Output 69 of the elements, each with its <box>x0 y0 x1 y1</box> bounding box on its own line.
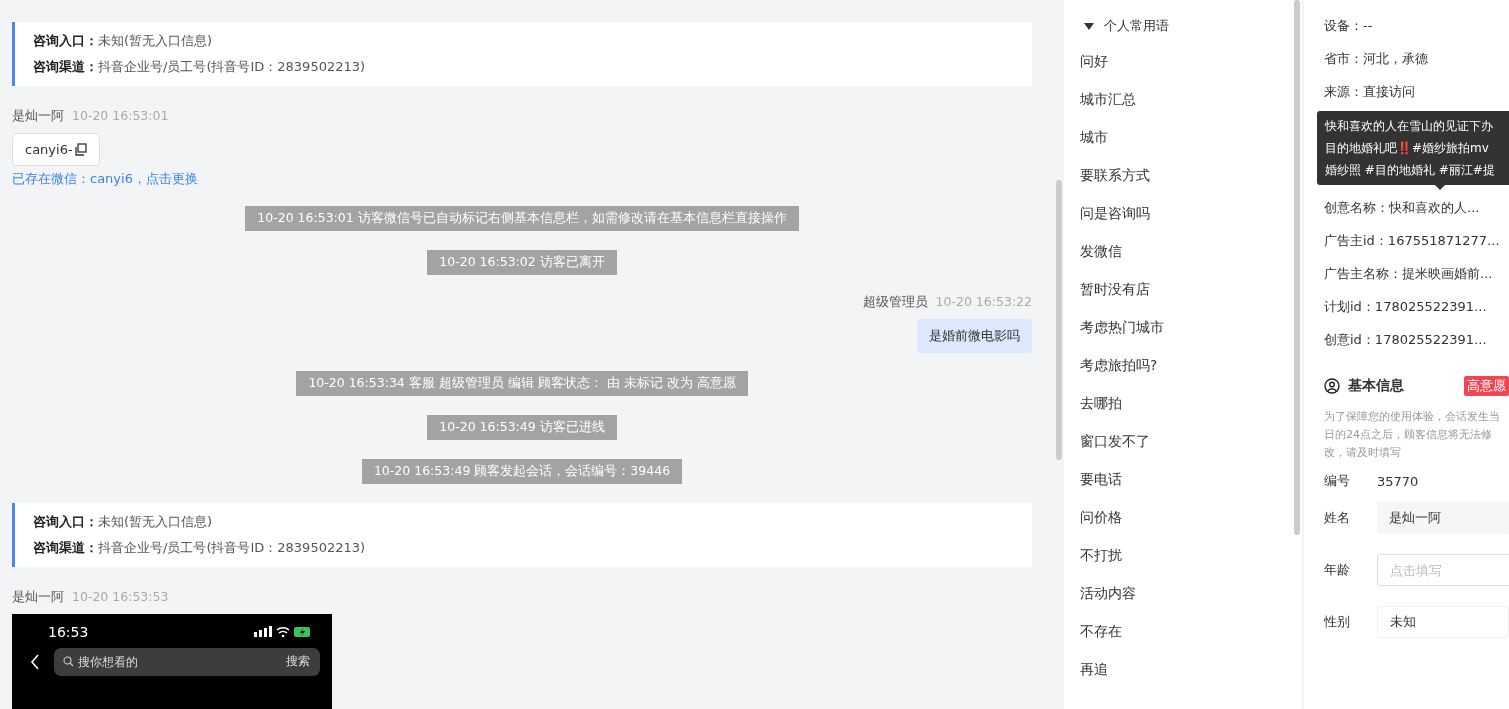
copy-icon[interactable] <box>73 143 87 156</box>
name-field[interactable]: 是灿一阿 <box>1377 502 1509 534</box>
phrase-group-title: 个人常用语 <box>1104 17 1169 35</box>
caret-icon <box>1084 22 1094 30</box>
search-icon <box>63 656 74 667</box>
user-icon <box>1324 378 1340 394</box>
tooltip-line: 快和喜欢的人在雪山的见证下办 <box>1325 118 1494 135</box>
phrase-item[interactable]: 城市 <box>1064 129 1302 167</box>
info-row-text: 设备：-- <box>1324 17 1374 35</box>
phrase-item[interactable]: 考虑旅拍吗? <box>1064 357 1302 395</box>
phrase-group-header[interactable]: 个人常用语 <box>1064 17 1302 35</box>
phrase-item[interactable]: 问是咨询吗 <box>1064 205 1302 243</box>
phrase-item[interactable]: 窗口发不了 <box>1064 433 1302 471</box>
search-label: 搜索 <box>286 654 310 669</box>
phrase-item[interactable]: 活动内容 <box>1064 585 1302 623</box>
phrase-item[interactable]: 不打扰 <box>1064 547 1302 585</box>
wechat-link[interactable]: 已存在微信：canyi6，点击更换 <box>12 170 198 188</box>
scrollbar-thumb[interactable] <box>1294 0 1300 535</box>
field-label: 年龄 <box>1324 561 1351 579</box>
scrollbar-thumb[interactable] <box>1056 180 1062 460</box>
phrase-item[interactable]: 暂时没有店 <box>1064 281 1302 319</box>
message-time: 10-20 16:53:01 <box>72 108 169 125</box>
tooltip-line: 目的地婚礼吧‼#婚纱旅拍mv <box>1325 140 1490 157</box>
message-bubble: 是婚前微电影吗 <box>917 319 1032 353</box>
info-row-text: 省市：河北，承德 <box>1324 50 1429 68</box>
system-notice: 10-20 16:53:49 顾客发起会话，会话编号：39446 <box>361 459 683 484</box>
field-label: 性别 <box>1324 613 1351 631</box>
phrase-item[interactable]: 发微信 <box>1064 243 1302 281</box>
info-row-text: 创意id：178025522391... <box>1324 331 1488 349</box>
status-time: 16:53 <box>48 624 89 640</box>
gender-select[interactable]: 未知 <box>1377 606 1509 638</box>
info-row-text: 广告主名称：提米映画婚前... <box>1324 265 1494 283</box>
notice-text: 为了保障您的使用体验，会话发生当日的24点之后，顾客信息将无法修改，请及时填写 <box>1324 409 1501 461</box>
phrase-item[interactable]: 不存在 <box>1064 623 1302 661</box>
age-field[interactable]: 点击填写 <box>1377 554 1509 586</box>
system-notice: 10-20 16:53:01 访客微信号已自动标记右侧基本信息栏，如需修改请在基本信息栏直接操作 <box>245 206 799 231</box>
system-notice: 10-20 16:53:34 客服 超级管理员 编辑 顾客状态： 由 未标记 改为 高意愿 <box>296 371 748 396</box>
info-row-text: 计划id：178025522391... <box>1324 298 1488 316</box>
field-value: 35770 <box>1377 473 1419 489</box>
status-tag: 高意愿 <box>1464 376 1509 396</box>
phrase-item[interactable]: 要联系方式 <box>1064 167 1302 205</box>
back-icon <box>30 654 40 670</box>
field-label: 姓名 <box>1324 509 1351 527</box>
phrase-item[interactable]: 问好 <box>1064 53 1302 91</box>
phrase-item[interactable]: 去哪拍 <box>1064 395 1302 433</box>
system-notice: 10-20 16:53:49 访客已进线 <box>427 415 617 440</box>
status-icons <box>254 626 312 638</box>
phrase-item[interactable]: 问价格 <box>1064 509 1302 547</box>
channel-line: 咨询渠道：抖音企业号/员工号(抖音号ID：2839502213) <box>33 58 367 76</box>
info-row-text: 广告主id：167551871277... <box>1324 232 1501 250</box>
system-notice: 10-20 16:53:02 访客已离开 <box>427 250 617 275</box>
sender-name: 是灿一阿 <box>12 589 64 606</box>
entry-line: 咨询入口：未知(暂无入口信息) <box>33 32 214 50</box>
message-time: 10-20 16:53:53 <box>72 589 169 606</box>
field-label: 编号 <box>1324 472 1351 490</box>
channel-line: 咨询渠道：抖音企业号/员工号(抖音号ID：2839502213) <box>33 539 367 557</box>
phrase-item[interactable]: 考虑热门城市 <box>1064 319 1302 357</box>
message-text: canyi6- <box>25 142 73 157</box>
message-time: 10-20 16:53:22 <box>935 294 1032 311</box>
sender-name: 是灿一阿 <box>12 108 64 125</box>
info-row-text: 来源：直接访问 <box>1324 83 1416 101</box>
phrase-item[interactable]: 要电话 <box>1064 471 1302 509</box>
phrase-item[interactable]: 城市汇总 <box>1064 91 1302 129</box>
sender-name: 超级管理员 <box>862 294 928 311</box>
tooltip-line: 婚纱照 #目的地婚礼 #丽江#提 <box>1325 162 1496 179</box>
section-title: 基本信息 <box>1348 377 1404 395</box>
info-row-text: 创意名称：快和喜欢的人... <box>1324 199 1481 217</box>
entry-line: 咨询入口：未知(暂无入口信息) <box>33 513 214 531</box>
phrase-item[interactable]: 再追 <box>1064 661 1302 699</box>
